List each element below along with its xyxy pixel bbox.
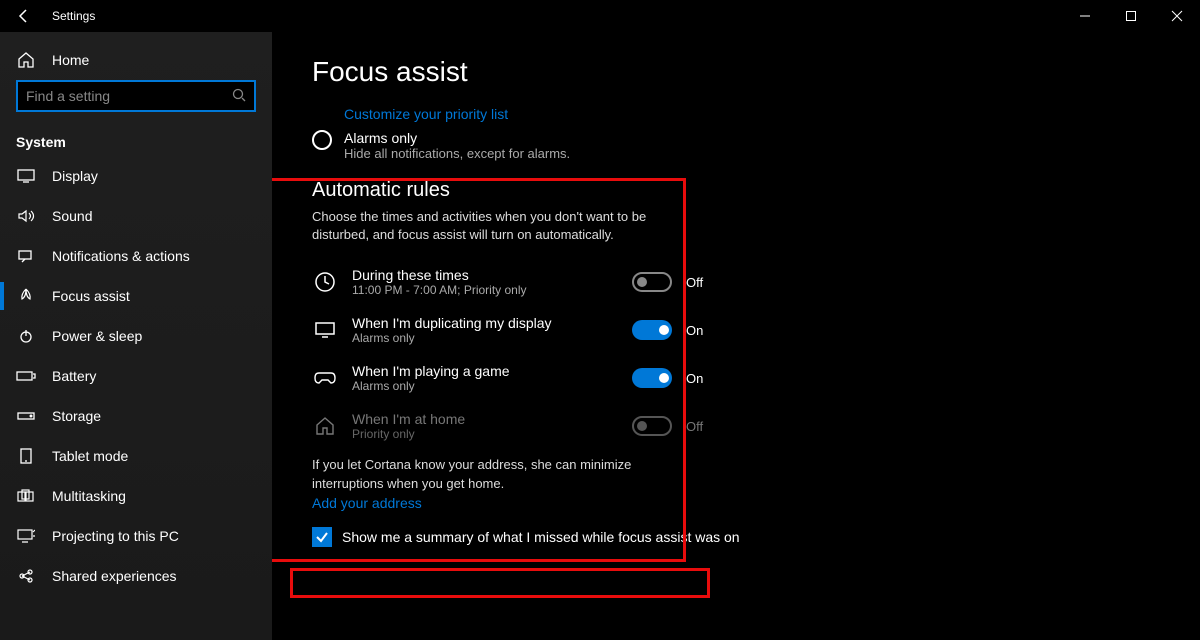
- home-rule-icon: [312, 416, 338, 436]
- home-icon: [16, 51, 36, 69]
- rule-toggle: [632, 416, 672, 436]
- rule-at-home: When I'm at home Priority only Off: [312, 402, 712, 450]
- sidebar-item-label: Battery: [52, 368, 96, 384]
- titlebar: Settings: [0, 0, 1200, 32]
- rule-toggle[interactable]: [632, 368, 672, 388]
- rule-sub: Alarms only: [352, 331, 618, 345]
- automatic-rules-desc: Choose the times and activities when you…: [312, 208, 692, 244]
- sidebar-item-label: Sound: [52, 208, 92, 224]
- sidebar-item-label: Notifications & actions: [52, 248, 190, 264]
- sidebar: Home System Display Sound Notifications …: [0, 32, 272, 640]
- customize-priority-link[interactable]: Customize your priority list: [344, 106, 1160, 122]
- summary-checkbox-row[interactable]: Show me a summary of what I missed while…: [312, 527, 1160, 547]
- sound-icon: [16, 209, 36, 223]
- search-icon: [232, 88, 246, 105]
- rule-title: When I'm at home: [352, 411, 618, 427]
- sidebar-item-label: Power & sleep: [52, 328, 142, 344]
- rule-sub: Priority only: [352, 427, 618, 441]
- sidebar-item-multitasking[interactable]: Multitasking: [0, 476, 272, 516]
- cortana-note: If you let Cortana know your address, sh…: [312, 456, 672, 492]
- content: Focus assist Customize your priority lis…: [272, 32, 1200, 640]
- sidebar-item-projecting[interactable]: Projecting to this PC: [0, 516, 272, 556]
- close-button[interactable]: [1154, 0, 1200, 32]
- power-icon: [16, 328, 36, 344]
- radio-icon: [312, 130, 332, 150]
- search-input[interactable]: [26, 88, 232, 104]
- sidebar-item-label: Shared experiences: [52, 568, 177, 584]
- rule-toggle[interactable]: [632, 320, 672, 340]
- sidebar-section-header: System: [0, 120, 272, 156]
- highlight-box: [290, 568, 710, 598]
- sidebar-item-display[interactable]: Display: [0, 156, 272, 196]
- sidebar-item-storage[interactable]: Storage: [0, 396, 272, 436]
- summary-checkbox-label: Show me a summary of what I missed while…: [342, 529, 740, 545]
- sidebar-item-notifications[interactable]: Notifications & actions: [0, 236, 272, 276]
- multitasking-icon: [16, 489, 36, 503]
- sidebar-item-label: Multitasking: [52, 488, 126, 504]
- battery-icon: [16, 370, 36, 382]
- tablet-icon: [16, 448, 36, 464]
- sidebar-item-label: Storage: [52, 408, 101, 424]
- sidebar-home[interactable]: Home: [0, 40, 272, 80]
- notifications-icon: [16, 249, 36, 263]
- sidebar-item-label: Display: [52, 168, 98, 184]
- shared-icon: [16, 568, 36, 584]
- focus-assist-icon: [16, 287, 36, 305]
- rule-toggle-label: On: [686, 323, 712, 338]
- sidebar-item-focus-assist[interactable]: Focus assist: [0, 276, 272, 316]
- clock-icon: [312, 271, 338, 293]
- back-button[interactable]: [0, 0, 48, 32]
- rule-duplicating-display[interactable]: When I'm duplicating my display Alarms o…: [312, 306, 712, 354]
- add-address-link[interactable]: Add your address: [312, 495, 1160, 511]
- sidebar-item-tablet-mode[interactable]: Tablet mode: [0, 436, 272, 476]
- sidebar-home-label: Home: [52, 52, 89, 68]
- maximize-button[interactable]: [1108, 0, 1154, 32]
- rule-playing-game[interactable]: When I'm playing a game Alarms only On: [312, 354, 712, 402]
- sidebar-item-battery[interactable]: Battery: [0, 356, 272, 396]
- app-title: Settings: [48, 9, 95, 23]
- page-title: Focus assist: [312, 56, 1160, 88]
- sidebar-item-power-sleep[interactable]: Power & sleep: [0, 316, 272, 356]
- rule-sub: 11:00 PM - 7:00 AM; Priority only: [352, 283, 618, 297]
- rule-toggle-label: On: [686, 371, 712, 386]
- sidebar-item-label: Focus assist: [52, 288, 130, 304]
- rule-during-times[interactable]: During these times 11:00 PM - 7:00 AM; P…: [312, 258, 712, 306]
- sidebar-item-sound[interactable]: Sound: [0, 196, 272, 236]
- radio-sub: Hide all notifications, except for alarm…: [344, 146, 570, 161]
- search-input-wrap[interactable]: [16, 80, 256, 112]
- minimize-button[interactable]: [1062, 0, 1108, 32]
- display-icon: [16, 169, 36, 183]
- radio-alarms-only[interactable]: Alarms only Hide all notifications, exce…: [312, 130, 1160, 161]
- storage-icon: [16, 410, 36, 422]
- automatic-rules-heading: Automatic rules: [312, 179, 1160, 202]
- sidebar-item-shared-experiences[interactable]: Shared experiences: [0, 556, 272, 596]
- rule-sub: Alarms only: [352, 379, 618, 393]
- rule-title: When I'm duplicating my display: [352, 315, 618, 331]
- summary-checkbox[interactable]: [312, 527, 332, 547]
- monitor-icon: [312, 321, 338, 339]
- radio-title: Alarms only: [344, 130, 570, 146]
- rule-toggle-label: Off: [686, 275, 712, 290]
- projecting-icon: [16, 529, 36, 543]
- sidebar-item-label: Tablet mode: [52, 448, 128, 464]
- rule-toggle-label: Off: [686, 419, 712, 434]
- rule-toggle[interactable]: [632, 272, 672, 292]
- gamepad-icon: [312, 370, 338, 386]
- rule-title: During these times: [352, 267, 618, 283]
- rule-title: When I'm playing a game: [352, 363, 618, 379]
- sidebar-item-label: Projecting to this PC: [52, 528, 179, 544]
